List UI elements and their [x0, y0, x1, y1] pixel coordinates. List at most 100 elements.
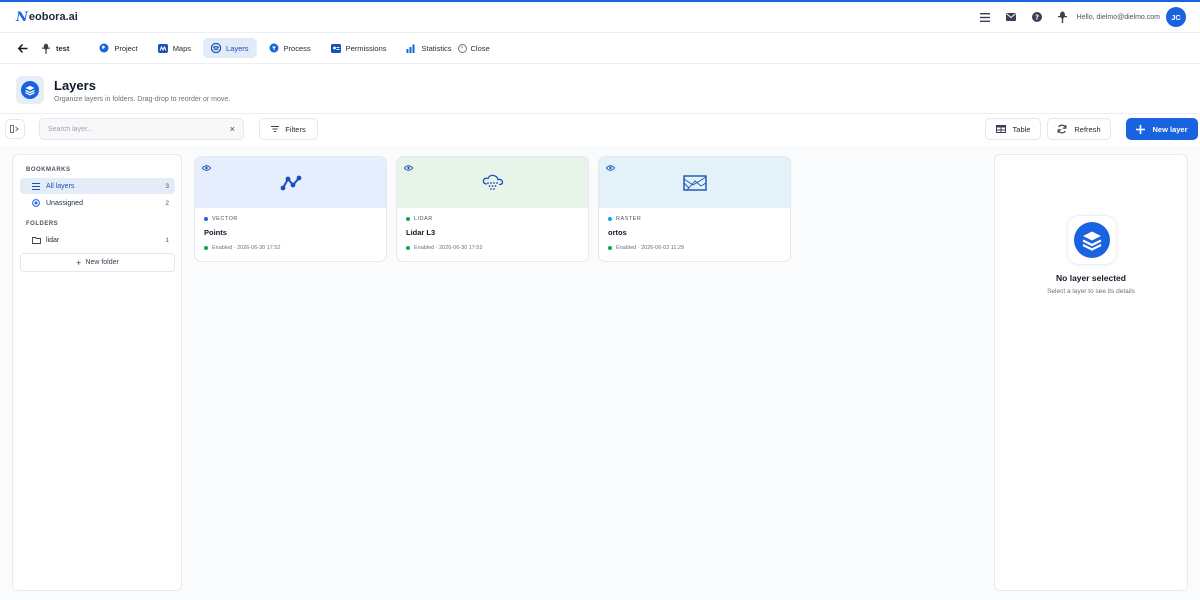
bookmarks-heading: BOOKMARKS	[26, 167, 71, 173]
back-arrow-icon[interactable]	[16, 41, 30, 55]
vector-icon	[280, 175, 301, 190]
card-preview	[599, 157, 790, 208]
tab-label: Layers	[226, 43, 249, 53]
tab-label: Statistics	[421, 43, 452, 53]
map-icon	[157, 43, 168, 53]
globe-icon	[99, 43, 109, 53]
new-folder-label: New folder	[85, 259, 119, 266]
tab-project[interactable]: Project	[91, 38, 145, 58]
chart-icon	[406, 43, 416, 53]
close-icon: ×	[457, 43, 467, 53]
tab-process[interactable]: Process	[261, 38, 319, 58]
layer-card[interactable]: LIDAR Lidar L3 Enabled · 2026-06-30 17:5…	[396, 156, 589, 262]
refresh-icon	[1057, 124, 1067, 134]
layer-type-label: RASTER	[616, 216, 642, 222]
close-label: Close	[470, 43, 490, 53]
plus-icon	[1136, 124, 1146, 134]
table-view-button[interactable]: Table	[985, 118, 1041, 140]
svg-text:?: ?	[1035, 14, 1039, 22]
drone-icon	[42, 43, 50, 54]
layer-status-label: Enabled · 2026-06-03 11:29	[616, 245, 685, 251]
eye-icon[interactable]	[402, 163, 414, 173]
tab-maps[interactable]: Maps	[150, 38, 199, 58]
mail-icon[interactable]	[1005, 11, 1017, 23]
filter-icon	[271, 126, 280, 132]
folder-icon	[31, 235, 41, 245]
plus-icon: +	[76, 257, 82, 268]
search-input[interactable]	[48, 125, 230, 133]
layer-type: VECTOR	[204, 216, 386, 222]
refresh-label: Refresh	[1074, 124, 1101, 134]
help-icon[interactable]: ?	[1031, 11, 1043, 23]
collapse-sidebar-button[interactable]	[5, 119, 25, 139]
user-avatar[interactable]: JC	[1166, 7, 1186, 27]
sidebar-item-count: 2	[165, 199, 169, 207]
refresh-button[interactable]: Refresh	[1047, 118, 1111, 140]
user-greeting: Hello, dielmo@dielmo.com	[1076, 13, 1160, 21]
layer-type-label: VECTOR	[212, 216, 238, 222]
table-icon	[995, 125, 1006, 133]
tab-label: Project	[114, 43, 138, 53]
sidebar-item-label: lidar	[46, 236, 60, 244]
layers-toolbar: × Filters Table Refresh New layer	[0, 114, 1200, 146]
type-dot	[204, 217, 208, 221]
close-project-button[interactable]: × Close	[457, 43, 490, 53]
type-dot	[406, 217, 410, 221]
new-folder-button[interactable]: + New folder	[20, 253, 175, 272]
sidebar-item-all-layers[interactable]: All layers 3	[20, 178, 175, 194]
layer-status: Enabled · 2026-06-30 17:52	[204, 245, 386, 251]
process-icon	[269, 43, 279, 53]
page-title: Layers	[54, 78, 96, 93]
logo-mark: N	[16, 9, 28, 25]
tab-label: Process	[283, 43, 311, 53]
layer-card[interactable]: VECTOR Points Enabled · 2026-06-30 17:52	[194, 156, 387, 262]
layer-status-label: Enabled · 2026-06-30 17:52	[212, 245, 281, 251]
layers-badge-icon	[16, 76, 44, 104]
status-dot	[608, 246, 612, 250]
empty-state-title: No layer selected	[1056, 273, 1126, 283]
sidebar-item-unassigned[interactable]: Unassigned 2	[20, 195, 175, 211]
status-dot	[406, 246, 410, 250]
layer-name: ortos	[608, 228, 627, 237]
tab-label: Maps	[172, 43, 192, 53]
folders-heading: FOLDERS	[26, 221, 59, 227]
tab-layers[interactable]: Layers	[203, 38, 257, 58]
sidebar-toggle-icon	[10, 125, 19, 133]
id-card-icon	[330, 43, 341, 53]
menu-icon[interactable]	[979, 11, 991, 23]
target-icon	[31, 198, 41, 208]
layers-icon	[211, 43, 222, 53]
lidar-cloud-icon	[482, 174, 503, 190]
empty-state-subtitle: Select a layer to see its details	[1047, 288, 1135, 295]
layer-type: RASTER	[608, 216, 790, 222]
clear-search-icon[interactable]: ×	[230, 124, 235, 134]
logo-text: eobora.ai	[28, 11, 78, 23]
project-selector[interactable]: test	[42, 43, 69, 54]
layer-card[interactable]: RASTER ortos Enabled · 2026-06-03 11:29	[598, 156, 791, 262]
eye-icon[interactable]	[604, 163, 616, 173]
layers-icon	[1067, 215, 1117, 265]
tab-label: Permissions	[345, 43, 387, 53]
card-preview	[397, 157, 588, 208]
layer-status: Enabled · 2026-06-03 11:29	[608, 245, 790, 251]
project-tabbar: test Project Maps Layers Process Permiss…	[0, 33, 1200, 64]
table-label: Table	[1012, 124, 1031, 134]
layer-detail-panel: No layer selected Select a layer to see …	[994, 154, 1188, 591]
drone-icon[interactable]	[1057, 11, 1069, 23]
sidebar-item-count: 1	[165, 236, 169, 244]
new-layer-label: New layer	[1152, 124, 1188, 134]
logo[interactable]: N eobora.ai	[16, 10, 78, 25]
sidebar-item-folder-lidar[interactable]: lidar 1	[20, 232, 175, 248]
type-dot	[608, 217, 612, 221]
filters-button[interactable]: Filters	[259, 118, 318, 140]
card-preview	[195, 157, 386, 208]
tab-permissions[interactable]: Permissions	[323, 38, 395, 58]
list-icon	[31, 181, 41, 191]
layer-status: Enabled · 2026-06-30 17:52	[406, 245, 588, 251]
tab-statistics[interactable]: Statistics	[398, 38, 459, 58]
layer-type: LIDAR	[406, 216, 588, 222]
search-layer-box: ×	[39, 118, 244, 140]
eye-icon[interactable]	[200, 163, 212, 173]
new-layer-button[interactable]: New layer	[1126, 118, 1198, 140]
app-header: N eobora.ai ? Hello, dielmo@dielmo.com J…	[0, 2, 1200, 33]
